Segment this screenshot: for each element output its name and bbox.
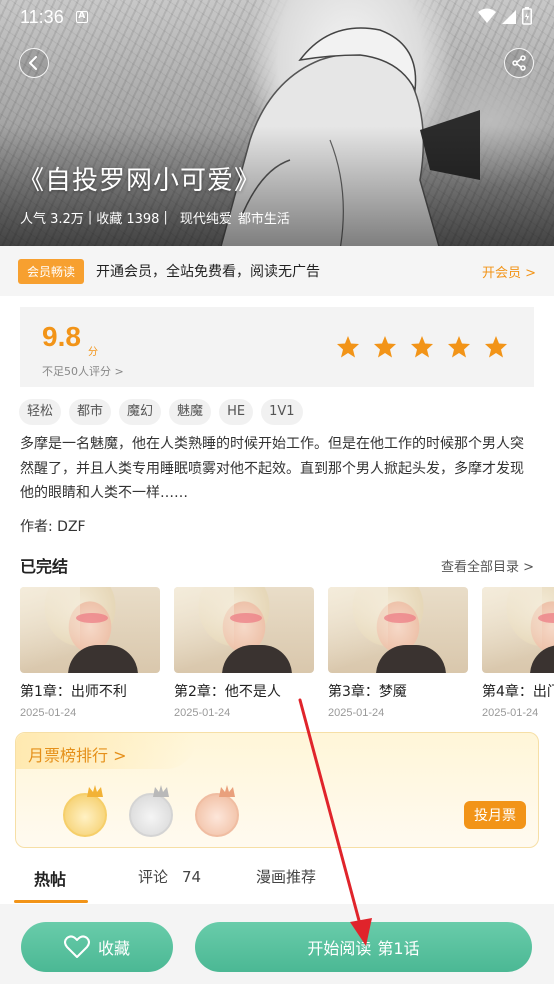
start-reading-label: 开始阅读 bbox=[307, 939, 372, 958]
vip-promo-bar[interactable]: 会员畅读 开通会员，全站免费看，阅读无广告 开会员 > bbox=[0, 246, 554, 296]
tag-chip[interactable]: 魅魔 bbox=[169, 399, 212, 425]
genre-label: 现代纯爱 bbox=[179, 212, 232, 227]
favorite-button[interactable]: 收藏 bbox=[21, 922, 173, 972]
heart-icon bbox=[63, 935, 90, 958]
tag-chip[interactable]: 轻松 bbox=[19, 399, 62, 425]
rank-3-avatar[interactable] bbox=[195, 785, 239, 837]
chapter-thumbnail bbox=[328, 587, 468, 673]
tab-comments[interactable]: 评论 74 bbox=[138, 866, 201, 887]
chevron-left-icon bbox=[29, 56, 37, 70]
content-tabs: 热帖 评论 74 漫画推荐 bbox=[0, 858, 554, 904]
chapter-thumbnail bbox=[174, 587, 314, 673]
bottom-action-bar: 收藏 开始阅读 第1话 bbox=[0, 904, 554, 984]
chapter-card[interactable]: 第4章：出门 2025-01-24 bbox=[482, 587, 554, 719]
chapter-date: 2025-01-24 bbox=[328, 707, 385, 719]
rank-2-avatar[interactable] bbox=[129, 785, 173, 837]
star-icon bbox=[411, 336, 433, 358]
start-episode-label: 第1话 bbox=[377, 939, 420, 958]
tag-chip[interactable]: HE bbox=[219, 399, 254, 425]
star-icon bbox=[374, 336, 396, 358]
comic-title: 《自投罗网小可爱》 bbox=[18, 166, 262, 196]
chapters-header: 已完结 查看全部目录 > bbox=[20, 553, 534, 577]
rating-card[interactable]: 9.8 分 不足50人评分 > bbox=[20, 307, 534, 387]
tag-chip[interactable]: 1V1 bbox=[261, 399, 303, 425]
genre-list: 现代纯爱 都市生活 bbox=[180, 208, 290, 227]
wifi-icon bbox=[478, 8, 496, 23]
comments-count: 74 bbox=[182, 868, 202, 886]
battery-icon bbox=[522, 7, 532, 25]
meta-divider: | bbox=[87, 210, 93, 225]
tag-list: 轻松 都市 魔幻 魅魔 HE 1V1 bbox=[19, 399, 303, 425]
chapter-thumbnail bbox=[482, 587, 554, 673]
crown-icon bbox=[87, 785, 103, 797]
status-icons bbox=[478, 7, 532, 25]
chapter-thumbnail bbox=[20, 587, 160, 673]
status-time: 11:36 bbox=[20, 6, 64, 27]
monthly-ticket-card: 月票榜排行 > 投月票 bbox=[15, 732, 539, 848]
active-tab-indicator bbox=[14, 900, 88, 903]
chapter-title: 第1章：出师不利 bbox=[20, 684, 127, 700]
tab-recommendations[interactable]: 漫画推荐 bbox=[256, 866, 316, 887]
status-bar: 11:36 A bbox=[0, 0, 554, 34]
chapter-carousel[interactable]: 第1章：出师不利 2025-01-24 第2章：他不是人 2025-01-24 … bbox=[0, 580, 554, 730]
tab-hot-posts[interactable]: 热帖 bbox=[34, 866, 66, 890]
notification-icon: A bbox=[75, 11, 88, 23]
star-icon bbox=[448, 336, 470, 358]
tab-comments-label: 评论 bbox=[138, 868, 169, 886]
meta-divider: | bbox=[163, 210, 168, 225]
chapter-card[interactable]: 第2章：他不是人 2025-01-24 bbox=[174, 587, 314, 719]
rating-unit: 分 bbox=[88, 347, 98, 358]
crown-icon bbox=[153, 785, 169, 797]
chapter-date: 2025-01-24 bbox=[174, 707, 231, 719]
chapter-title: 第4章：出门 bbox=[482, 684, 554, 700]
star-rating bbox=[336, 335, 508, 359]
chapter-date: 2025-01-24 bbox=[20, 707, 77, 719]
share-icon bbox=[512, 55, 526, 71]
tag-chip[interactable]: 魔幻 bbox=[119, 399, 162, 425]
author-text: 作者: DZF bbox=[20, 519, 86, 535]
chapter-card[interactable]: 第3章：梦魇 2025-01-24 bbox=[328, 587, 468, 719]
star-icon bbox=[485, 336, 507, 358]
vote-monthly-ticket-button[interactable]: 投月票 bbox=[464, 801, 526, 829]
rank-1-avatar[interactable] bbox=[63, 785, 107, 837]
completion-status: 已完结 bbox=[20, 557, 69, 576]
vip-badge: 会员畅读 bbox=[18, 258, 85, 284]
chapter-title: 第3章：梦魇 bbox=[328, 684, 407, 700]
chapter-date: 2025-01-24 bbox=[482, 707, 539, 719]
tag-chip[interactable]: 都市 bbox=[69, 399, 112, 425]
crown-icon bbox=[219, 785, 235, 797]
genre-label: 都市生活 bbox=[237, 212, 290, 227]
synopsis-text[interactable]: 多摩是一名魅魔，他在人类熟睡的时候开始工作。但是在他工作的时候那个男人突然醒了，… bbox=[20, 432, 536, 506]
rating-count-link[interactable]: 不足50人评分 > bbox=[42, 363, 124, 379]
comic-meta: 人气 3.2万 | 收藏 1398 | 现代纯爱 都市生活 bbox=[20, 208, 290, 227]
vip-promo-text: 开通会员，全站免费看，阅读无广告 bbox=[96, 264, 321, 280]
view-all-chapters-link[interactable]: 查看全部目录 > bbox=[441, 556, 534, 575]
monthly-ranking-link[interactable]: 月票榜排行 > bbox=[28, 742, 127, 766]
back-button[interactable] bbox=[19, 48, 49, 78]
favorite-label: 收藏 bbox=[97, 939, 130, 958]
open-vip-link[interactable]: 开会员 > bbox=[482, 262, 536, 281]
start-reading-button[interactable]: 开始阅读 第1话 bbox=[195, 922, 532, 972]
chapter-list: 第1章：出师不利 2025-01-24 第2章：他不是人 2025-01-24 … bbox=[20, 587, 554, 719]
share-button[interactable] bbox=[504, 48, 534, 78]
popularity-text: 人气 3.2万 bbox=[20, 212, 84, 227]
rating-score: 9.8 bbox=[42, 321, 81, 352]
favorites-count: 收藏 1398 bbox=[96, 212, 160, 227]
signal-icon bbox=[502, 10, 516, 24]
chapter-card[interactable]: 第1章：出师不利 2025-01-24 bbox=[20, 587, 160, 719]
chapter-title: 第2章：他不是人 bbox=[174, 684, 281, 700]
star-icon bbox=[337, 336, 359, 358]
